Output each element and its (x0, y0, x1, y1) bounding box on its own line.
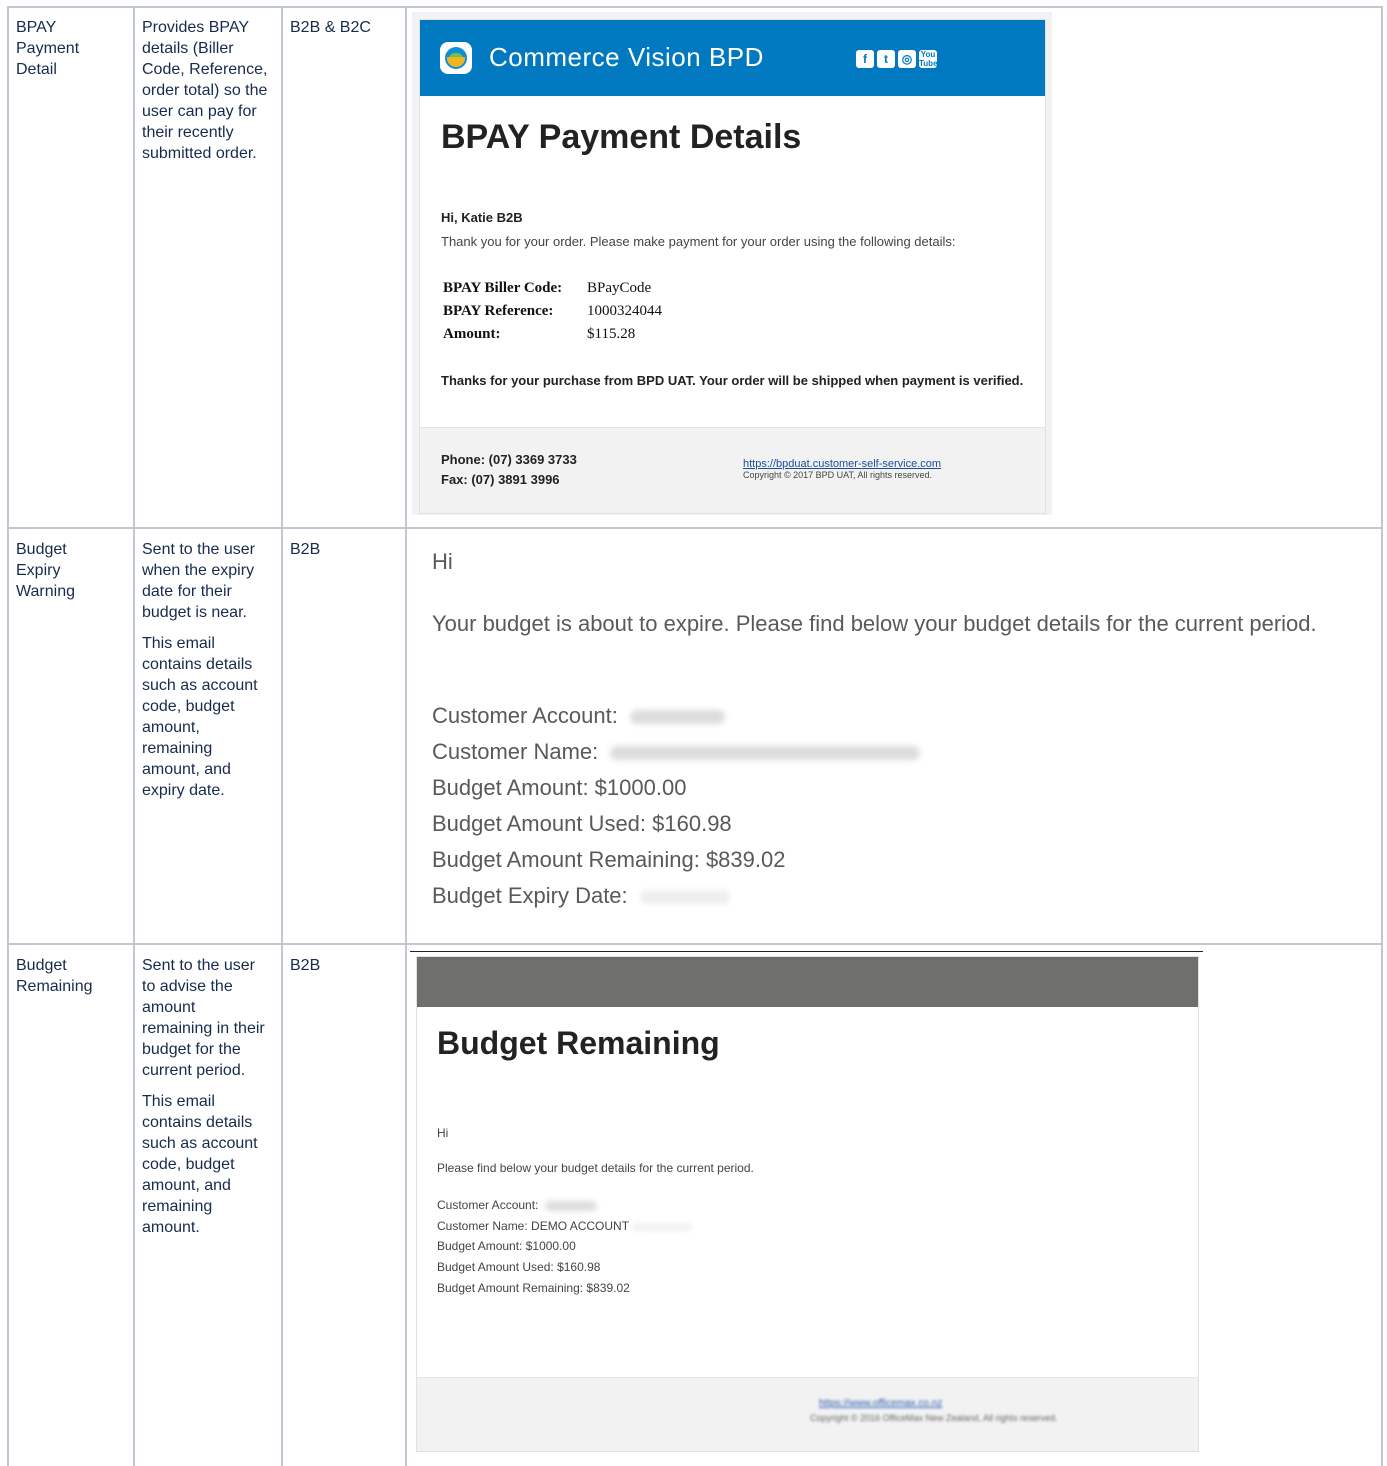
description-paragraph: Sent to the user to advise the amount re… (142, 957, 265, 1079)
expiry-date-label: Budget Expiry Date: (432, 883, 628, 908)
template-description: Sent to the user to advise the amount re… (142, 955, 270, 1248)
email-intro: Please find below your budget details fo… (437, 1161, 754, 1175)
customer-account: Customer Account: (437, 1195, 692, 1216)
column-divider (1381, 8, 1383, 1466)
email-greeting: Hi, Katie B2B (441, 210, 523, 225)
column-divider (281, 8, 283, 1466)
budget-expiry-date: Budget Expiry Date: (432, 883, 730, 909)
column-divider (133, 8, 135, 1466)
detail-label: Amount: (443, 326, 501, 342)
contact-info: Phone: (07) 3369 3733 Fax: (07) 3891 399… (441, 450, 577, 490)
fax-number: Fax: (07) 3891 3996 (441, 472, 560, 487)
detail-value: BPayCode (587, 280, 652, 296)
youtube-icon[interactable]: You Tube (919, 50, 938, 68)
budget-amount-used: Budget Amount Used: $160.98 (432, 811, 732, 836)
customer-name: Customer Name: (432, 739, 921, 765)
detail-row: BPAY Reference: 1000324044 (443, 303, 662, 326)
detail-value: $115.28 (587, 326, 636, 342)
row-divider (9, 943, 1383, 945)
template-name: Budget Expiry Warning (16, 541, 75, 600)
email-footer: https://www.officemax.co.nz Copyright © … (417, 1377, 1198, 1451)
detail-label: BPAY Reference: (443, 303, 554, 319)
template-audience: B2B (290, 541, 321, 558)
detail-row: Amount: $115.28 (443, 326, 662, 349)
customer-name-value: Customer Name: DEMO ACCOUNT (437, 1218, 629, 1233)
copyright-text: Copyright © 2016 OfficeMax New Zealand, … (810, 1413, 1058, 1423)
budget-amount-remaining: Budget Amount Remaining: $839.02 (437, 1280, 630, 1295)
budget-remaining-email-preview: Budget Remaining Hi Please find below yo… (416, 956, 1199, 1452)
twitter-icon[interactable]: t (877, 50, 895, 68)
customer-account-label: Customer Account: (437, 1198, 539, 1212)
template-audience: B2B & B2C (290, 19, 371, 36)
customer-account-label: Customer Account: (432, 703, 618, 728)
template-audience: B2B (290, 957, 321, 974)
instagram-icon[interactable]: ◎ (898, 50, 916, 68)
website-link[interactable]: https://bpduat.customer-self-service.com (743, 458, 941, 470)
shipping-note: Thanks for your purchase from BPD UAT. Y… (441, 373, 1024, 388)
column-divider (405, 8, 407, 1466)
email-body: Your budget is about to expire. Please f… (432, 611, 1317, 636)
detail-value: 1000324044 (587, 303, 662, 319)
customer-name-label: Customer Name: (432, 739, 599, 764)
customer-name: Customer Name: DEMO ACCOUNT (437, 1216, 693, 1237)
template-description: Sent to the user when the expiry date fo… (142, 539, 272, 811)
detail-label: BPAY Biller Code: (443, 280, 563, 296)
redacted-value (630, 710, 725, 725)
budget-amount: Budget Amount: $1000.00 (437, 1239, 576, 1254)
bpay-email-preview: Commerce Vision BPD f t ◎ You Tube BPAY P… (412, 12, 1052, 515)
email-intro: Thank you for your order. Please make pa… (441, 234, 956, 249)
row-divider (9, 527, 1383, 529)
bpay-details: BPAY Biller Code: BPayCode BPAY Referenc… (443, 280, 662, 349)
budget-amount: Budget Amount: $1000.00 (432, 775, 687, 800)
description-paragraph: This email contains details such as acco… (142, 635, 258, 799)
description-paragraph: This email contains details such as acco… (142, 1093, 258, 1236)
email-greeting: Hi (432, 549, 453, 574)
facebook-icon[interactable]: f (856, 50, 874, 68)
budget-amount-used: Budget Amount Used: $160.98 (437, 1260, 601, 1275)
brand-name: Commerce Vision BPD (489, 42, 764, 72)
redacted-value (544, 1200, 597, 1211)
email-card: Commerce Vision BPD f t ◎ You Tube BPAY P… (419, 19, 1046, 514)
description-paragraph: Sent to the user when the expiry date fo… (142, 541, 255, 621)
customer-account: Customer Account: (432, 703, 725, 729)
redacted-value (632, 1222, 693, 1231)
email-title: Budget Remaining (437, 1025, 720, 1061)
detail-row: BPAY Biller Code: BPayCode (443, 280, 662, 303)
email-header (417, 957, 1198, 1007)
description-paragraph: Provides BPAY details (Biller Code, Refe… (142, 19, 268, 162)
email-footer: Phone: (07) 3369 3733 Fax: (07) 3891 399… (420, 427, 1045, 513)
divider (410, 951, 1203, 952)
social-icons: f t ◎ You Tube (856, 50, 938, 68)
budget-details: Customer Account: Customer Name: DEMO AC… (437, 1195, 693, 1299)
template-name: BPAY Payment Detail (16, 19, 80, 78)
email-greeting: Hi (437, 1126, 449, 1140)
phone-number: Phone: (07) 3369 3733 (441, 452, 577, 467)
template-name: Budget Remaining (16, 957, 93, 995)
budget-amount-remaining: Budget Amount Remaining: $839.02 (432, 847, 786, 872)
email-header: Commerce Vision BPD f t ◎ You Tube (420, 20, 1045, 96)
template-description: Provides BPAY details (Biller Code, Refe… (142, 17, 277, 174)
redacted-value (610, 746, 921, 761)
brand-logo-icon (440, 42, 472, 74)
redacted-value (639, 890, 730, 905)
website-link[interactable]: https://www.officemax.co.nz (819, 1398, 942, 1409)
email-title: BPAY Payment Details (441, 118, 802, 156)
copyright-text: Copyright © 2017 BPD UAT, All rights res… (743, 470, 933, 480)
